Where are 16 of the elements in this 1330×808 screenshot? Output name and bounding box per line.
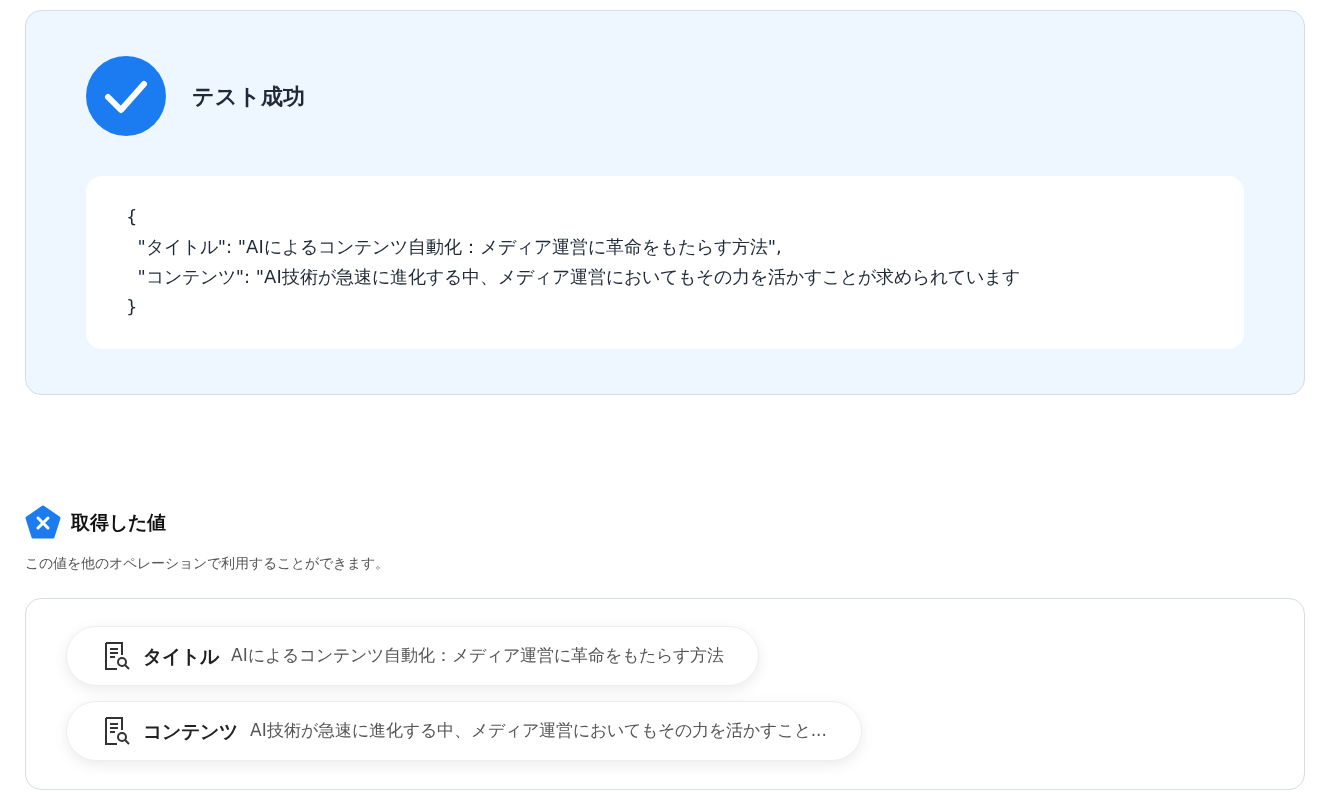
code-line: "コンテンツ": "AI技術が急速に進化する中、メディア運営においてもその力を活かすことが求められています	[136, 265, 1020, 289]
document-search-icon	[103, 716, 131, 746]
code-line: "タイトル": "AIによるコンテンツ自動化：メディア運営に革命をもたらす方法",	[136, 235, 782, 259]
variable-icon	[25, 505, 61, 539]
value-text: AI技術が急速に進化する中、メディア運営においてもその力を活かすこと...	[250, 719, 827, 743]
value-text: AIによるコンテンツ自動化：メディア運営に革命をもたらす方法	[231, 644, 724, 668]
value-chip[interactable]: コンテンツ AI技術が急速に進化する中、メディア運営においてもその力を活かすこと...	[66, 701, 862, 761]
code-line: {	[126, 205, 138, 229]
value-chip[interactable]: タイトル AIによるコンテンツ自動化：メディア運営に革命をもたらす方法	[66, 626, 759, 686]
value-name: コンテンツ	[143, 718, 238, 744]
section-description: この値を他のオペレーションで利用することができます。	[25, 554, 390, 573]
document-search-icon	[103, 641, 131, 671]
code-line: }	[126, 295, 138, 319]
result-title: テスト成功	[192, 82, 305, 111]
value-name: タイトル	[143, 643, 219, 669]
section-title: 取得した値	[71, 509, 166, 535]
